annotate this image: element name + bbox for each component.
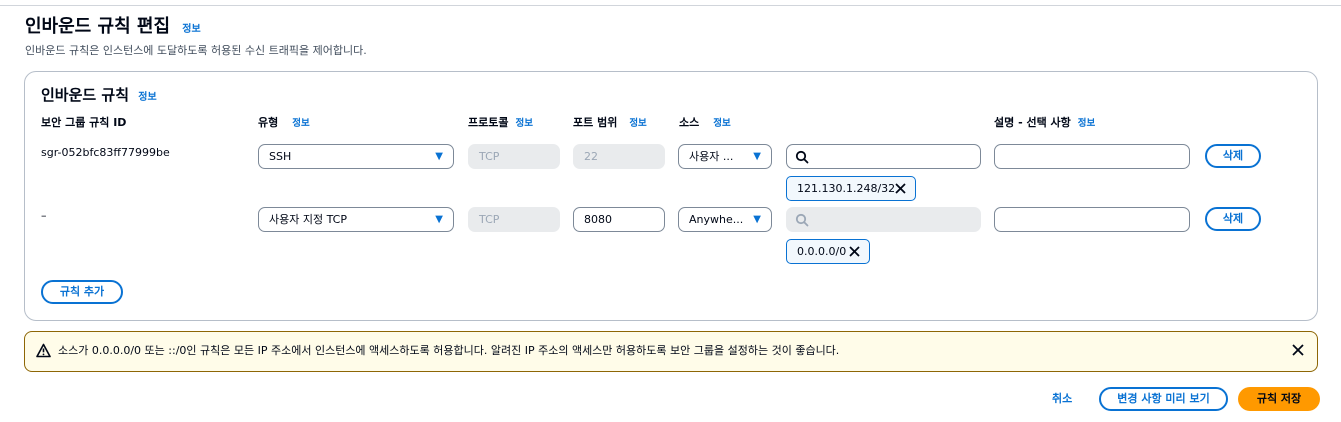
port-info-link[interactable]: 정보 (629, 118, 646, 129)
panel-title-text: 인바운드 규칙 (41, 86, 130, 104)
search-icon (795, 213, 809, 227)
close-icon[interactable] (1290, 342, 1306, 358)
source-search-input (786, 207, 981, 232)
column-header-type: 유형 정보 (258, 115, 310, 131)
panel-title: 인바운드 규칙 정보 (41, 85, 157, 108)
delete-rule-button[interactable]: 삭제 (1205, 207, 1261, 231)
type-select[interactable]: SSH ▼ (258, 144, 454, 169)
source-select-value: 사용자 ... (689, 150, 734, 163)
rule-id: – (41, 209, 47, 222)
panel-info-link[interactable]: 정보 (138, 92, 156, 103)
source-token-label: 0.0.0.0/0 (797, 245, 847, 258)
source-token-label: 121.130.1.248/32 (797, 182, 896, 195)
caret-down-icon: ▼ (753, 214, 761, 225)
description-input[interactable] (994, 144, 1190, 169)
save-rules-button[interactable]: 규칙 저장 (1238, 387, 1320, 411)
protocol-field: TCP (468, 144, 560, 169)
warning-alert-text: 소스가 0.0.0.0/0 또는 ::/0인 규칙은 모든 IP 주소에서 인스… (58, 344, 840, 357)
source-select[interactable]: Anywhe... ▼ (678, 207, 772, 232)
column-header-description-label: 설명 - 선택 사항 (994, 116, 1071, 129)
search-icon (795, 150, 809, 164)
column-header-protocol: 프로토콜 정보 (468, 115, 533, 131)
column-header-port-range: 포트 범위 정보 (573, 115, 647, 131)
inbound-rules-panel (24, 71, 1318, 321)
description-info-link[interactable]: 정보 (1078, 118, 1095, 129)
column-header-source-label: 소스 (679, 116, 700, 129)
page-info-link[interactable]: 정보 (182, 24, 200, 35)
source-token: 0.0.0.0/0 (786, 239, 870, 264)
source-token: 121.130.1.248/32 (786, 176, 916, 201)
source-search-input[interactable] (786, 144, 981, 169)
column-header-source: 소스 정보 (679, 115, 731, 131)
column-header-protocol-label: 프로토콜 (468, 116, 509, 129)
caret-down-icon: ▼ (435, 214, 443, 225)
page-description: 인바운드 규칙은 인스턴스에 도달하도록 허용된 수신 트래픽을 제어합니다. (25, 44, 367, 57)
source-info-link[interactable]: 정보 (713, 118, 730, 129)
column-header-type-label: 유형 (258, 116, 279, 129)
delete-rule-button[interactable]: 삭제 (1205, 144, 1261, 168)
cancel-button[interactable]: 취소 (1052, 387, 1072, 411)
type-select-value: SSH (269, 150, 292, 163)
page-title: 인바운드 규칙 편집 정보 (25, 15, 201, 42)
page-title-text: 인바운드 규칙 편집 (25, 16, 171, 37)
description-input[interactable] (994, 207, 1190, 232)
type-select-value: 사용자 지정 TCP (269, 213, 347, 226)
rule-id: sgr-052bfc83ff77999be (41, 146, 170, 159)
remove-token-icon[interactable] (848, 245, 861, 258)
caret-down-icon: ▼ (435, 151, 443, 162)
column-header-description: 설명 - 선택 사항 정보 (994, 115, 1095, 131)
type-select[interactable]: 사용자 지정 TCP ▼ (258, 207, 454, 232)
column-header-rule-id: 보안 그룹 규칙 ID (41, 115, 126, 130)
caret-down-icon: ▼ (753, 151, 761, 162)
source-select-value: Anywhe... (689, 213, 744, 226)
column-header-port-label: 포트 범위 (573, 116, 618, 129)
warning-icon (36, 343, 51, 358)
protocol-info-link[interactable]: 정보 (515, 118, 532, 129)
preview-changes-button[interactable]: 변경 사항 미리 보기 (1099, 387, 1228, 411)
port-range-input[interactable]: 8080 (573, 207, 665, 232)
port-range-field: 22 (573, 144, 665, 169)
column-header-rule-id-label: 보안 그룹 규칙 ID (41, 116, 127, 129)
remove-token-icon[interactable] (894, 182, 907, 195)
type-info-link[interactable]: 정보 (292, 118, 309, 129)
add-rule-button[interactable]: 규칙 추가 (41, 280, 123, 304)
top-divider (0, 5, 1341, 6)
source-select[interactable]: 사용자 ... ▼ (678, 144, 772, 169)
protocol-field: TCP (468, 207, 560, 232)
